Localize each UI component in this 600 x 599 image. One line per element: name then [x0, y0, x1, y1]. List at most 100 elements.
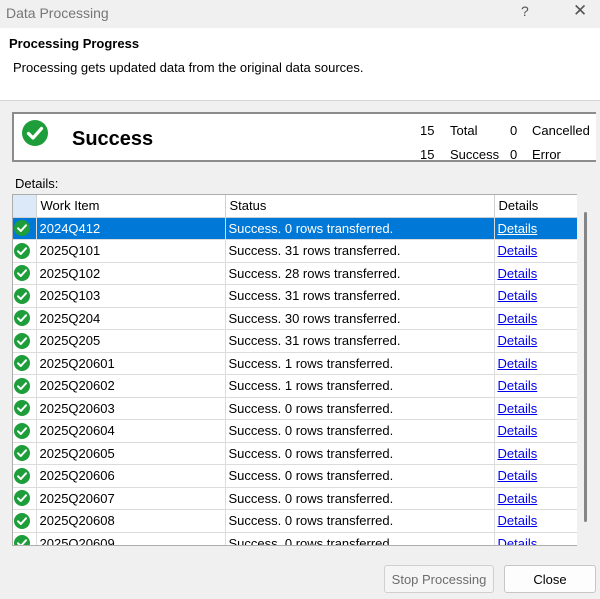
- row-status-cell: [13, 329, 37, 353]
- status-cell: Success. 1 rows transferred.: [225, 352, 495, 375]
- table-row[interactable]: 2025Q103 Success. 31 rows transferred. Det…: [13, 284, 578, 308]
- work-item-cell: 2025Q20607: [36, 487, 226, 510]
- table-row[interactable]: 2025Q20602 Success. 1 rows transferred. De…: [13, 374, 578, 398]
- table-row[interactable]: 2024Q412 Success. 0 rows transferred. Deta…: [13, 217, 578, 240]
- column-header-status[interactable]: Status: [225, 195, 495, 218]
- success-check-icon: [14, 467, 30, 484]
- details-cell: Details: [494, 329, 578, 353]
- details-link[interactable]: Details: [498, 513, 538, 528]
- header-title: Processing Progress: [9, 36, 140, 51]
- total-label: Total: [450, 123, 478, 138]
- table-row[interactable]: 2025Q20606 Success. 0 rows transferred. De…: [13, 464, 578, 488]
- work-item-cell: 2025Q20603: [36, 397, 226, 420]
- details-link[interactable]: Details: [498, 266, 538, 281]
- grid-header-row: Work Item Status Details: [13, 195, 578, 218]
- work-item-cell: 2025Q102: [36, 262, 226, 285]
- details-link[interactable]: Details: [498, 401, 538, 416]
- summary-status: Success: [72, 128, 154, 150]
- details-link[interactable]: Details: [498, 536, 538, 545]
- details-link[interactable]: Details: [498, 243, 538, 258]
- error-label: Error: [532, 147, 561, 162]
- details-cell: Details: [494, 239, 578, 263]
- work-item-cell: 2025Q103: [36, 284, 226, 308]
- success-check-icon: [14, 445, 30, 462]
- success-check-icon: [14, 355, 30, 372]
- details-cell: Details: [494, 352, 578, 375]
- help-icon[interactable]: ?: [521, 3, 529, 19]
- success-check-icon: [14, 242, 30, 259]
- work-item-cell: 2025Q20602: [36, 374, 226, 398]
- row-status-cell: [13, 419, 37, 443]
- details-cell: Details: [494, 262, 578, 285]
- status-cell: Success. 0 rows transferred.: [225, 487, 495, 510]
- row-status-cell: [13, 284, 37, 308]
- work-item-cell: 2025Q20609: [36, 532, 226, 545]
- status-cell: Success. 0 rows transferred.: [225, 397, 495, 420]
- table-row[interactable]: 2025Q20607 Success. 0 rows transferred. De…: [13, 487, 578, 510]
- stop-processing-button[interactable]: Stop Processing: [384, 565, 494, 593]
- grid-corner[interactable]: [13, 195, 37, 218]
- success-check-icon: [14, 377, 30, 394]
- row-status-cell: [13, 442, 37, 465]
- close-button[interactable]: Close: [504, 565, 596, 593]
- work-item-cell: 2025Q205: [36, 329, 226, 353]
- table-row[interactable]: 2025Q20605 Success. 0 rows transferred. De…: [13, 442, 578, 465]
- work-item-cell: 2024Q412: [36, 217, 226, 240]
- table-row[interactable]: 2025Q20609 Success. 0 rows transferred. De…: [13, 532, 578, 545]
- details-cell: Details: [494, 487, 578, 510]
- table-row[interactable]: 2025Q20601 Success. 1 rows transferred. De…: [13, 352, 578, 375]
- row-status-cell: [13, 262, 37, 285]
- table-row[interactable]: 2025Q20603 Success. 0 rows transferred. De…: [13, 397, 578, 420]
- details-link[interactable]: Details: [498, 288, 538, 303]
- details-link[interactable]: Details: [498, 446, 538, 461]
- status-cell: Success. 0 rows transferred.: [225, 217, 495, 240]
- close-icon[interactable]: ✕: [573, 1, 587, 21]
- details-cell: Details: [494, 442, 578, 465]
- details-cell: Details: [494, 374, 578, 398]
- status-cell: Success. 30 rows transferred.: [225, 307, 495, 330]
- work-items-grid[interactable]: Work Item Status Details 2024Q412 Success…: [12, 194, 589, 546]
- details-link[interactable]: Details: [498, 423, 538, 438]
- header-description: Processing gets updated data from the or…: [13, 60, 364, 75]
- details-link[interactable]: Details: [498, 333, 538, 348]
- success-check-icon: [14, 310, 30, 327]
- work-item-cell: 2025Q20606: [36, 464, 226, 488]
- table-row[interactable]: 2025Q205 Success. 31 rows transferred. Det…: [13, 329, 578, 353]
- row-status-cell: [13, 487, 37, 510]
- total-count: 15: [420, 123, 435, 138]
- cancelled-count: 0: [510, 123, 518, 138]
- details-link[interactable]: Details: [498, 468, 538, 483]
- grid-scrollbar[interactable]: [577, 194, 589, 546]
- work-item-cell: 2025Q20605: [36, 442, 226, 465]
- details-cell: Details: [494, 509, 578, 533]
- details-link[interactable]: Details: [498, 221, 538, 236]
- row-status-cell: [13, 352, 37, 375]
- success-check-icon: [14, 400, 30, 417]
- details-cell: Details: [494, 397, 578, 420]
- column-header-details[interactable]: Details: [494, 195, 578, 218]
- row-status-cell: [13, 509, 37, 533]
- success-count: 15: [420, 147, 435, 162]
- row-status-cell: [13, 464, 37, 488]
- dialog-header: Processing Progress Processing gets upda…: [0, 28, 600, 101]
- table-row[interactable]: 2025Q20604 Success. 0 rows transferred. De…: [13, 419, 578, 443]
- success-check-icon: [14, 265, 30, 282]
- success-check-icon: [14, 535, 30, 545]
- table-row[interactable]: 2025Q20608 Success. 0 rows transferred. De…: [13, 509, 578, 533]
- cancelled-label: Cancelled: [532, 123, 590, 138]
- details-link[interactable]: Details: [498, 378, 538, 393]
- details-link[interactable]: Details: [498, 491, 538, 506]
- window-title: Data Processing: [6, 5, 109, 21]
- scrollbar-thumb[interactable]: [584, 212, 587, 522]
- details-cell: Details: [494, 284, 578, 308]
- table-row[interactable]: 2025Q204 Success. 30 rows transferred. Det…: [13, 307, 578, 330]
- details-link[interactable]: Details: [498, 356, 538, 371]
- details-cell: Details: [494, 307, 578, 330]
- status-cell: Success. 0 rows transferred.: [225, 509, 495, 533]
- column-header-work-item[interactable]: Work Item: [36, 195, 226, 218]
- work-item-cell: 2025Q20601: [36, 352, 226, 375]
- status-cell: Success. 28 rows transferred.: [225, 262, 495, 285]
- details-link[interactable]: Details: [498, 311, 538, 326]
- table-row[interactable]: 2025Q101 Success. 31 rows transferred. Det…: [13, 239, 578, 263]
- table-row[interactable]: 2025Q102 Success. 28 rows transferred. Det…: [13, 262, 578, 285]
